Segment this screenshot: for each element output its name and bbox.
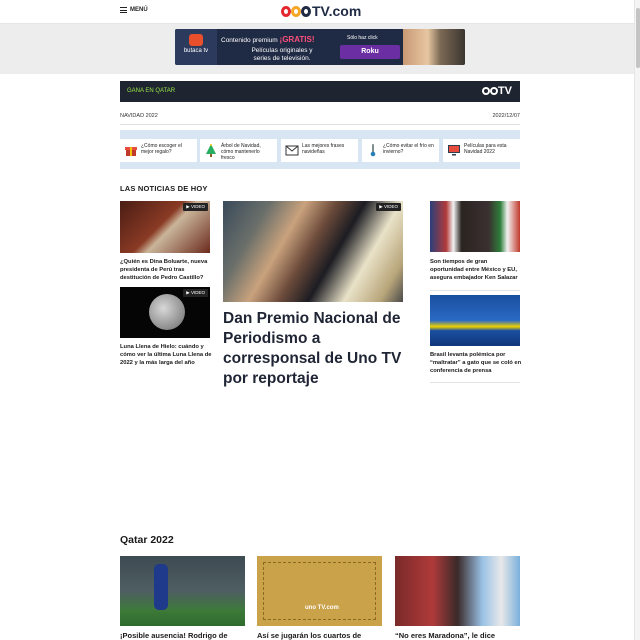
menu-button[interactable]: MENÚ [120,7,148,13]
chip-frases[interactable]: Las mejores frases navideñas [281,139,358,162]
ad-headline: Contenido premium ¡GRATIS! [221,35,315,44]
chair-icon [189,34,203,46]
video-badge: ▶ VIDEO [183,289,208,297]
news-left-2-caption[interactable]: Luna Llena de Hielo: cuándo y cómo ver l… [120,343,214,367]
divider [430,382,520,383]
chip-arbol[interactable]: Árbol de Navidad, cómo mantenerlo fresco [200,139,277,162]
uno-logo-mark-icon [281,5,311,17]
ad-faces-image [403,29,465,65]
gift-icon [125,147,137,156]
divider [120,124,520,125]
gana-en-qatar-bar[interactable]: GANA EN QATAR TV [120,81,520,102]
news-main-title[interactable]: Dan Premio Nacional de Periodismo a corr… [223,309,403,389]
page-scrollbar[interactable] [634,0,640,640]
top-bar: MENÚ TV.com [0,0,640,24]
chip-frio[interactable]: ¿Cómo evitar el frío en invierno? [362,139,439,162]
scrollbar-thumb[interactable] [636,8,640,68]
chip-text: ¿Cómo escoger el mejor regalo? [141,143,182,155]
promo-label: GANA EN QATAR [127,88,176,94]
divider [430,290,520,291]
tv-icon [448,145,460,156]
news-right-1-caption[interactable]: Son tiempos de gran oportunidad entre Mé… [430,258,522,282]
site-logo[interactable]: TV.com [281,3,361,19]
moon-icon [149,294,185,330]
qatar-card-3-caption[interactable]: “No eres Maradona”, le dice [395,631,520,640]
chip-regalo[interactable]: ¿Cómo escoger el mejor regalo? [120,139,197,162]
news-main-image[interactable]: ▶ VIDEO [223,201,403,302]
butaca-ad-banner[interactable]: butaca tv Contenido premium ¡GRATIS! Pel… [175,29,465,65]
news-left-1-caption[interactable]: ¿Quién es Dina Boluarte, nueva president… [120,258,212,282]
chip-text: Las mejores frases navideñas [302,143,345,155]
ad-subline: Películas originales y series de televis… [251,47,313,62]
ad-brand: butaca tv [183,48,209,54]
roku-button[interactable]: Roku [340,45,400,59]
butaca-logo: butaca tv [175,29,217,65]
promo-logo: TV [481,85,512,97]
news-left-2-image[interactable]: ▶ VIDEO [120,287,210,338]
section-date: 2022/12/07 [492,113,520,119]
christmas-tree-icon [206,144,216,157]
chip-peliculas[interactable]: Películas para esta Navidad 2022 [443,139,520,162]
hamburger-icon [120,7,127,13]
bracket-graphic [263,562,376,620]
logo-text: TV.com [312,3,362,19]
qatar-card-1-caption[interactable]: ¡Posible ausencia! Rodrigo de [120,631,245,640]
video-badge: ▶ VIDEO [376,203,401,211]
qatar-heading: Qatar 2022 [120,534,174,546]
news-right-1-image[interactable] [430,201,520,252]
chip-text: Árbol de Navidad, cómo mantenerlo fresco [221,143,261,161]
news-left-1-image[interactable]: ▶ VIDEO [120,201,210,253]
qatar-card-2-caption[interactable]: Así se jugarán los cuartos de [257,631,382,640]
news-right-2-image[interactable] [430,295,520,346]
ad-click-hint: Sólo haz click [347,35,378,41]
chip-text: Películas para esta Navidad 2022 [464,143,507,155]
qatar-card-3-image[interactable] [395,556,520,626]
unotv-watermark: uno TV.com [305,605,339,611]
player-figure [154,564,168,610]
envelope-icon [285,145,299,156]
news-right-2-caption[interactable]: Brasil levanta polémica por “maltratar” … [430,351,522,375]
thermometer-icon [370,144,376,157]
qatar-card-1-image[interactable] [120,556,245,626]
section-row: NAVIDAD 2022 2022/12/07 [120,113,520,119]
navidad-links-strip: ¿Cómo escoger el mejor regalo? Árbol de … [120,130,520,169]
chip-text: ¿Cómo evitar el frío en invierno? [383,143,434,155]
qatar-card-2-image[interactable]: uno TV.com [257,556,382,626]
menu-label: MENÚ [130,7,148,13]
news-heading: LAS NOTICIAS DE HOY [120,184,208,193]
section-label[interactable]: NAVIDAD 2022 [120,113,158,119]
video-badge: ▶ VIDEO [183,203,208,211]
